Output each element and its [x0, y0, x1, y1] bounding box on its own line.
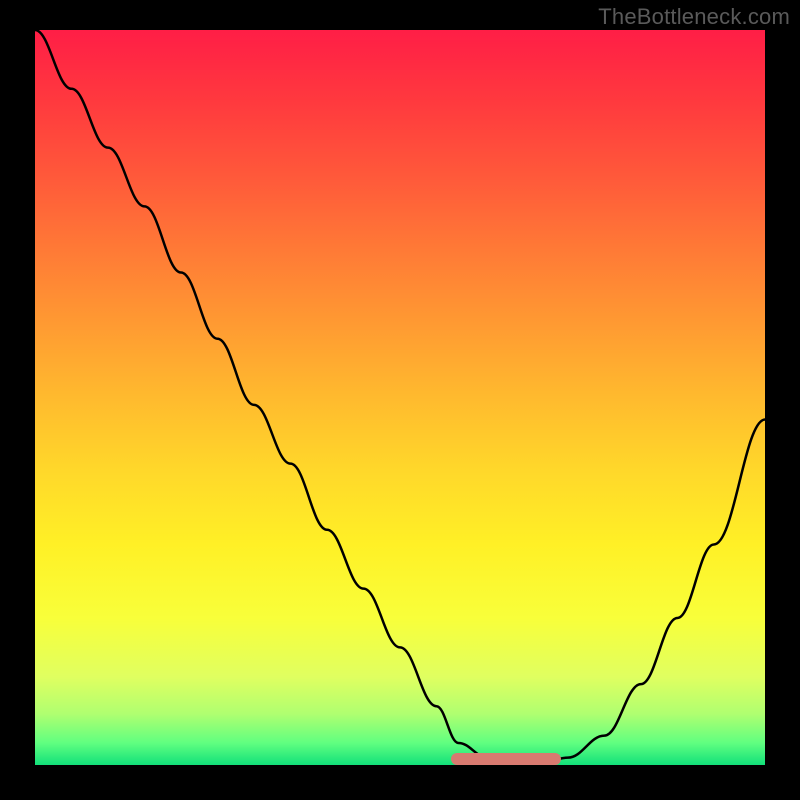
plot-area — [35, 30, 765, 765]
flat-valley-marker — [451, 753, 561, 765]
chart-frame: TheBottleneck.com — [0, 0, 800, 800]
bottleneck-curve — [35, 30, 765, 761]
watermark-text: TheBottleneck.com — [598, 4, 790, 30]
curve-layer — [35, 30, 765, 765]
